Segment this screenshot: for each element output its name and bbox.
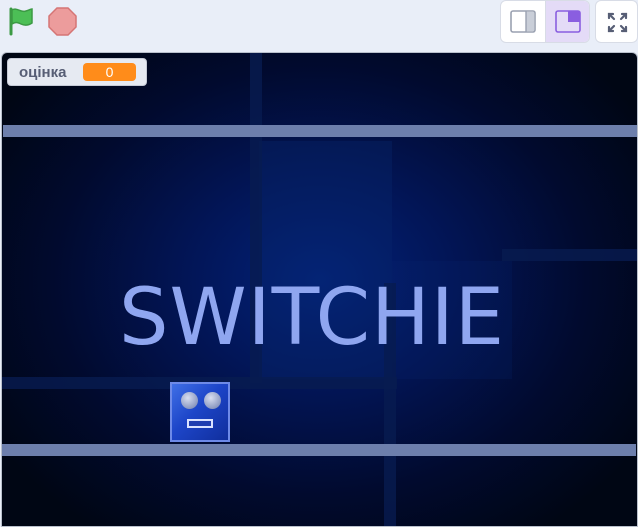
ceiling-platform — [3, 125, 637, 137]
score-label: оцінка — [19, 64, 67, 81]
game-title: SWITCHIE — [118, 273, 506, 363]
stage-header — [0, 0, 638, 50]
game-stage[interactable]: SWITCHIE оцінка 0 — [1, 52, 638, 527]
background-line — [502, 249, 637, 261]
player-eye — [181, 392, 198, 409]
player-sprite — [170, 382, 230, 442]
stop-sign-icon[interactable] — [47, 6, 78, 37]
fullscreen-icon — [607, 12, 628, 33]
green-flag-icon[interactable] — [5, 6, 35, 36]
score-value: 0 — [83, 63, 136, 81]
small-stage-icon — [510, 10, 536, 33]
floor-platform — [2, 444, 636, 456]
score-monitor[interactable]: оцінка 0 — [7, 58, 147, 86]
normal-stage-icon — [555, 10, 581, 33]
player-mouth — [187, 419, 213, 428]
normal-stage-button[interactable] — [546, 1, 589, 42]
stage-size-toggle — [500, 0, 590, 43]
player-eye — [204, 392, 221, 409]
fullscreen-button[interactable] — [595, 0, 638, 43]
small-stage-button[interactable] — [501, 1, 545, 42]
